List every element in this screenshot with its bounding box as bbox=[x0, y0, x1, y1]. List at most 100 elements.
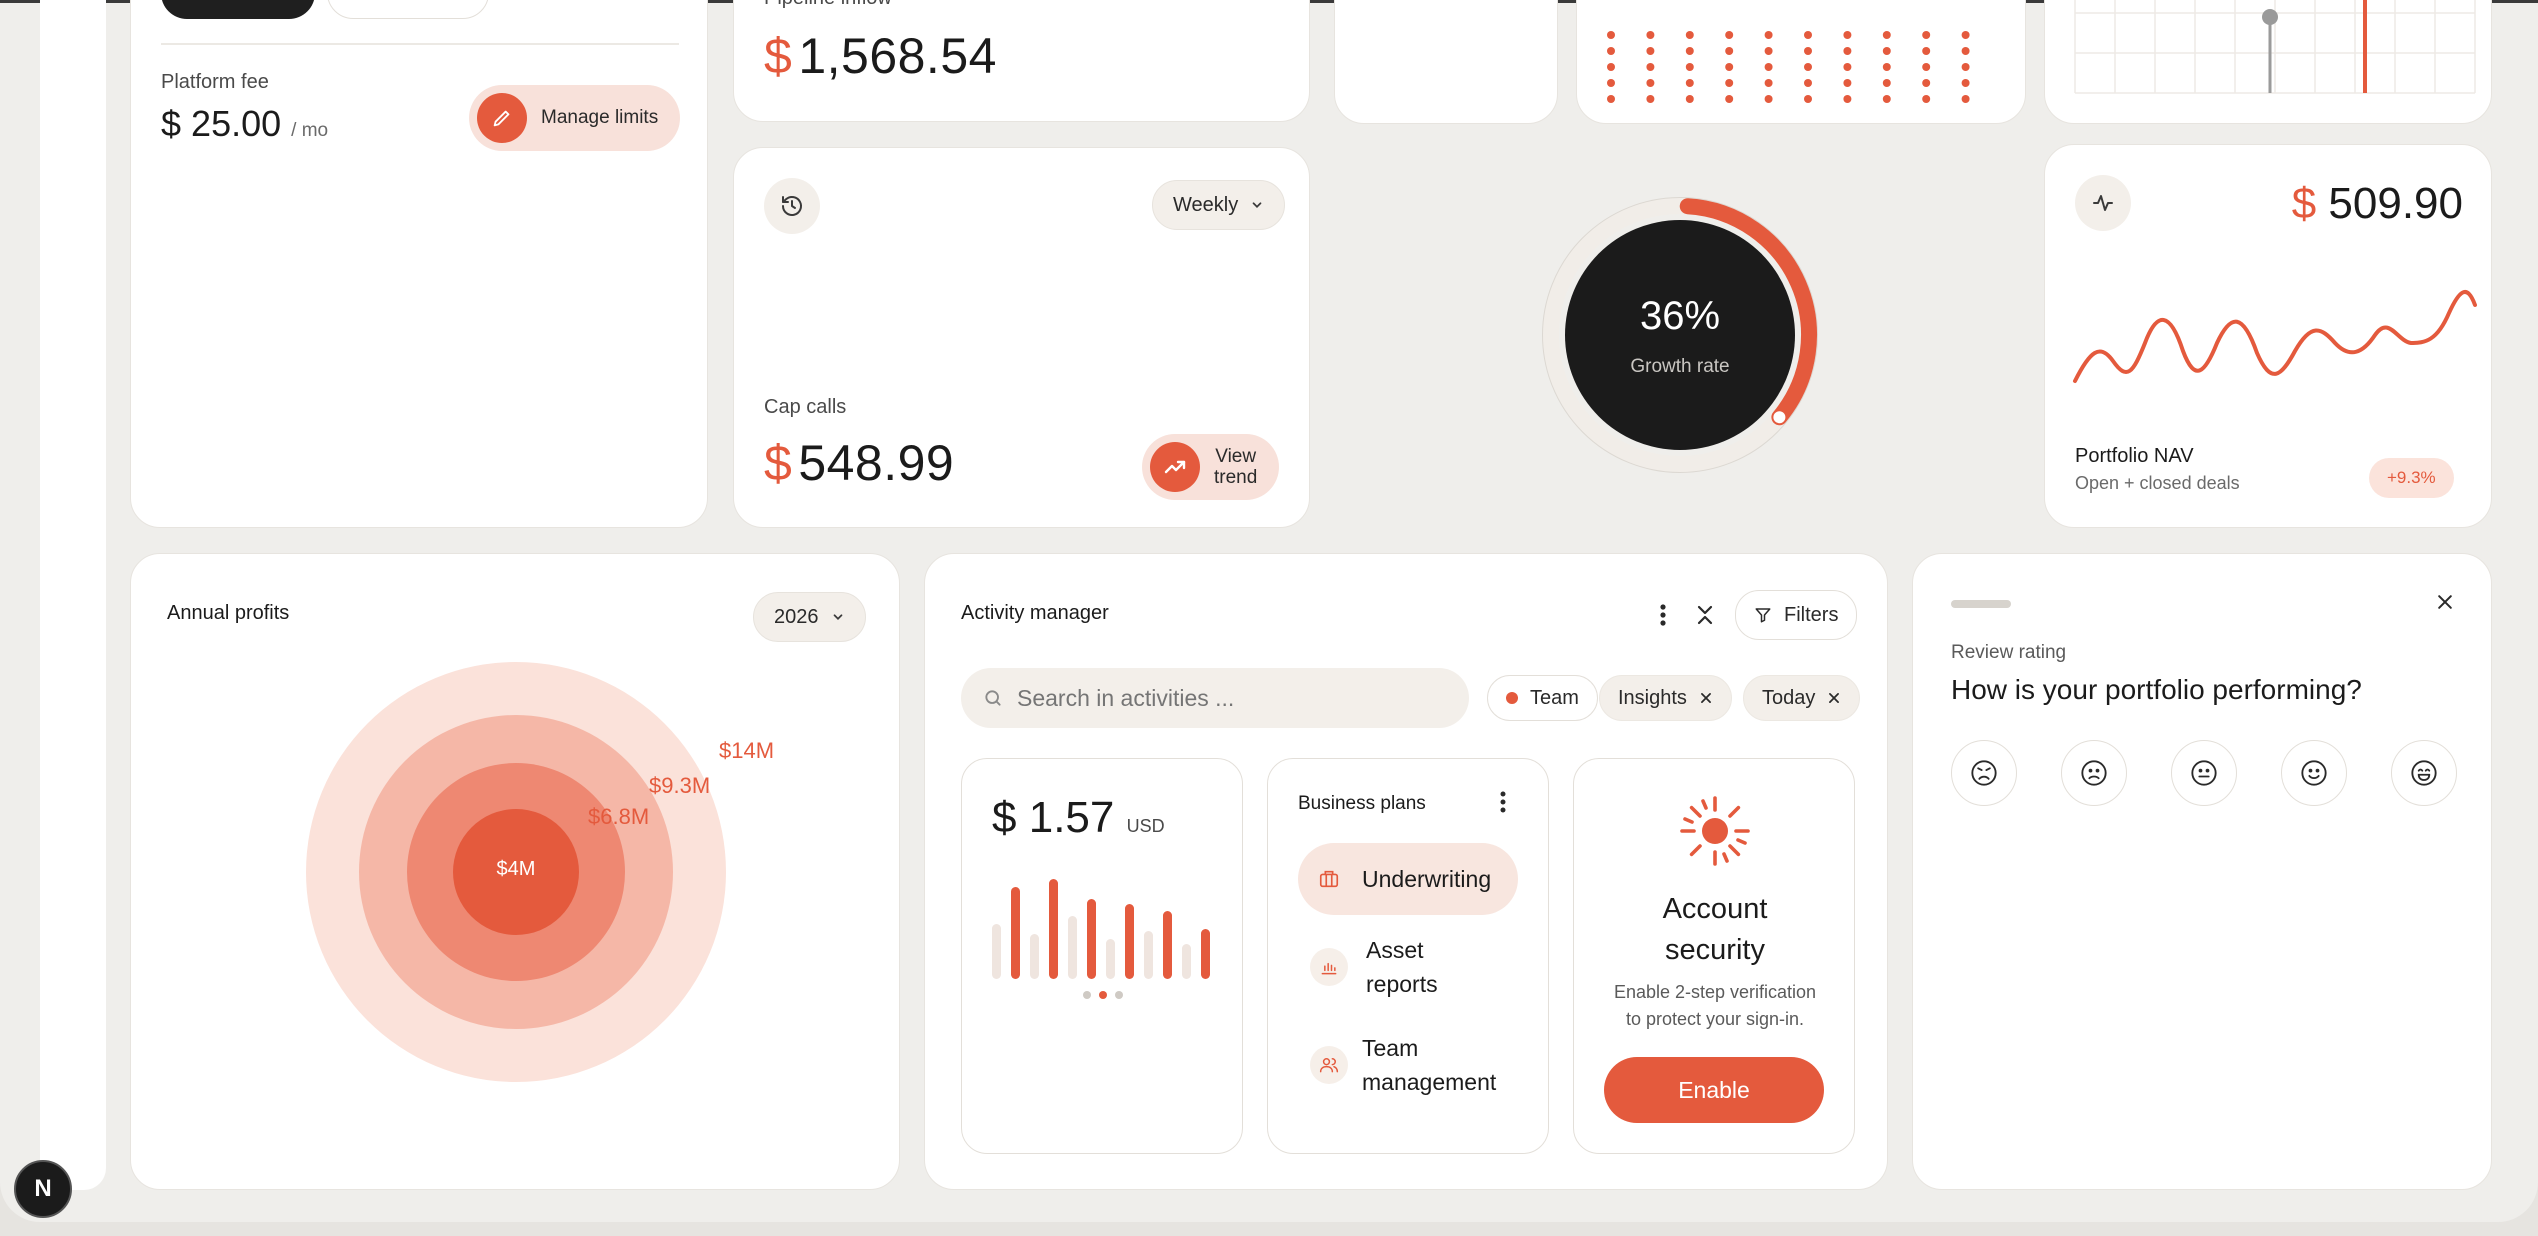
matrix-dot bbox=[1843, 63, 1852, 71]
ring-label-9-3m: $9.3M bbox=[649, 773, 711, 798]
avatar-letter: N bbox=[34, 1175, 52, 1202]
chip-insights[interactable]: Insights bbox=[1599, 675, 1732, 721]
matrix-dot bbox=[1882, 47, 1891, 55]
growth-label: Growth rate bbox=[1630, 356, 1730, 377]
cap-calls-amount: 548.99 bbox=[798, 435, 955, 491]
close-icon[interactable] bbox=[1699, 691, 1713, 705]
page-dot[interactable] bbox=[1083, 991, 1091, 999]
search-input[interactable] bbox=[1017, 684, 1437, 712]
range-chart-card bbox=[2044, 0, 2492, 124]
matrix-dot bbox=[1607, 31, 1615, 39]
more-vertical-icon[interactable] bbox=[1500, 791, 1506, 818]
chip-today-label: Today bbox=[1762, 686, 1816, 709]
matrix-dot bbox=[1961, 47, 1970, 55]
matrix-dot bbox=[1922, 47, 1931, 55]
ring-label-6-8m: $6.8M bbox=[588, 804, 650, 829]
balance-value: $ 1.57 USD bbox=[992, 793, 1165, 843]
manage-limits-label: Manage limits bbox=[541, 107, 659, 128]
chip-today[interactable]: Today bbox=[1743, 675, 1861, 721]
matrix-dot bbox=[1685, 79, 1694, 87]
very-sad-face-icon[interactable] bbox=[1951, 740, 2017, 806]
matrix-dot bbox=[1961, 79, 1970, 87]
growth-gauge: 36% Growth rate bbox=[1535, 190, 1825, 480]
matrix-dot bbox=[1607, 95, 1615, 103]
plan-item-label: Asset bbox=[1366, 937, 1424, 963]
matrix-dot bbox=[1646, 47, 1655, 55]
activity-icon[interactable] bbox=[2075, 175, 2131, 231]
annual-profits-card: Annual profits 2026 $4M $6.8M $9.3M $14M bbox=[130, 553, 900, 1190]
matrix-dot bbox=[1882, 31, 1891, 39]
pipeline-value: $1,568.54 bbox=[764, 27, 997, 85]
manage-limits-button[interactable]: Manage limits bbox=[469, 85, 681, 151]
plan-item-underwriting[interactable]: Underwriting bbox=[1298, 843, 1518, 915]
matrix-dot bbox=[1804, 47, 1812, 55]
balance-bar bbox=[1125, 904, 1134, 979]
cap-calls-label: Cap calls bbox=[764, 396, 847, 418]
matrix-dot bbox=[1646, 95, 1655, 103]
portfolio-change-badge: +9.3% bbox=[2369, 458, 2454, 498]
view-trend-button[interactable]: View trend bbox=[1142, 434, 1280, 500]
balance-amount: 1.57 bbox=[1028, 793, 1115, 842]
history-icon[interactable] bbox=[764, 178, 820, 234]
close-icon[interactable] bbox=[1827, 691, 1841, 705]
filters-button[interactable]: Filters bbox=[1735, 590, 1858, 640]
chip-team[interactable]: Team bbox=[1487, 675, 1598, 721]
platform-fee-value: $ 25.00 / mo bbox=[161, 103, 328, 145]
view-trend-label-1: View bbox=[1215, 446, 1257, 467]
plan-item-team-management[interactable]: Team management bbox=[1298, 1029, 1538, 1101]
matrix-dot bbox=[1764, 79, 1773, 87]
portfolio-card: $ 509.90 Portfolio NAV Open + closed dea… bbox=[2044, 144, 2492, 528]
period-select[interactable]: Weekly bbox=[1152, 180, 1286, 230]
balance-unit: USD bbox=[1126, 816, 1165, 836]
neutral-face-icon[interactable] bbox=[2171, 740, 2237, 806]
happy-face-icon[interactable] bbox=[2391, 740, 2457, 806]
matrix-dot bbox=[1725, 79, 1734, 87]
security-desc-2: to protect your sign-in. bbox=[1625, 1009, 1805, 1029]
range-chart bbox=[2074, 0, 2476, 94]
blank-card bbox=[1334, 0, 1558, 124]
matrix-dot bbox=[1843, 79, 1852, 87]
matrix-dot bbox=[1607, 47, 1615, 55]
matrix-dot bbox=[1922, 63, 1931, 71]
close-icon[interactable] bbox=[2435, 592, 2455, 612]
cap-calls-card: Weekly Cap calls $548.99 View trend bbox=[733, 147, 1310, 528]
billing-card: Platform fee $ 25.00 / mo Manage limits bbox=[130, 0, 708, 528]
smile-face-icon[interactable] bbox=[2281, 740, 2347, 806]
matrix-dot bbox=[1961, 63, 1970, 71]
matrix-dot bbox=[1764, 95, 1773, 103]
matrix-dot bbox=[1764, 31, 1773, 39]
activity-manager-card: Activity manager Filters Team Insights T… bbox=[924, 553, 1888, 1190]
matrix-dot bbox=[1882, 95, 1891, 103]
balance-bar bbox=[1087, 899, 1096, 979]
collapse-icon[interactable] bbox=[1691, 600, 1719, 630]
sad-face-icon[interactable] bbox=[2061, 740, 2127, 806]
matrix-dot bbox=[1961, 31, 1970, 39]
growth-progress-knob bbox=[1773, 411, 1786, 424]
portfolio-value: $ 509.90 bbox=[2292, 179, 2463, 229]
activity-title: Activity manager bbox=[961, 602, 1109, 624]
matrix-dot bbox=[1764, 63, 1773, 71]
range-handle[interactable] bbox=[2262, 9, 2278, 25]
period-select-label: Weekly bbox=[1173, 193, 1239, 216]
page-dot[interactable] bbox=[1115, 991, 1123, 999]
dot-matrix-card bbox=[1576, 0, 2026, 124]
page-dot-active[interactable] bbox=[1099, 991, 1107, 999]
plan-tab-inactive[interactable] bbox=[327, 0, 489, 19]
pagination-dots bbox=[962, 991, 1244, 999]
matrix-dot bbox=[1922, 79, 1931, 87]
plan-item-asset-reports[interactable]: Asset reports bbox=[1298, 931, 1518, 1003]
balance-bar-chart bbox=[992, 879, 1210, 979]
drag-handle[interactable] bbox=[1951, 600, 2011, 608]
plan-item-label: Team bbox=[1362, 1035, 1419, 1061]
enable-button[interactable]: Enable bbox=[1604, 1057, 1824, 1123]
more-vertical-icon[interactable] bbox=[1653, 600, 1673, 630]
matrix-dot bbox=[1646, 79, 1655, 87]
search-box[interactable] bbox=[961, 668, 1469, 728]
avatar[interactable]: N bbox=[14, 1160, 72, 1218]
portfolio-title: Portfolio NAV bbox=[2075, 445, 2194, 467]
business-plans-title: Business plans bbox=[1298, 793, 1426, 814]
ring-label-4m: $4M bbox=[496, 858, 536, 880]
briefcase-icon bbox=[1319, 870, 1339, 888]
pipeline-amount: 1,568.54 bbox=[798, 28, 997, 84]
plan-tab-active[interactable] bbox=[161, 0, 315, 19]
